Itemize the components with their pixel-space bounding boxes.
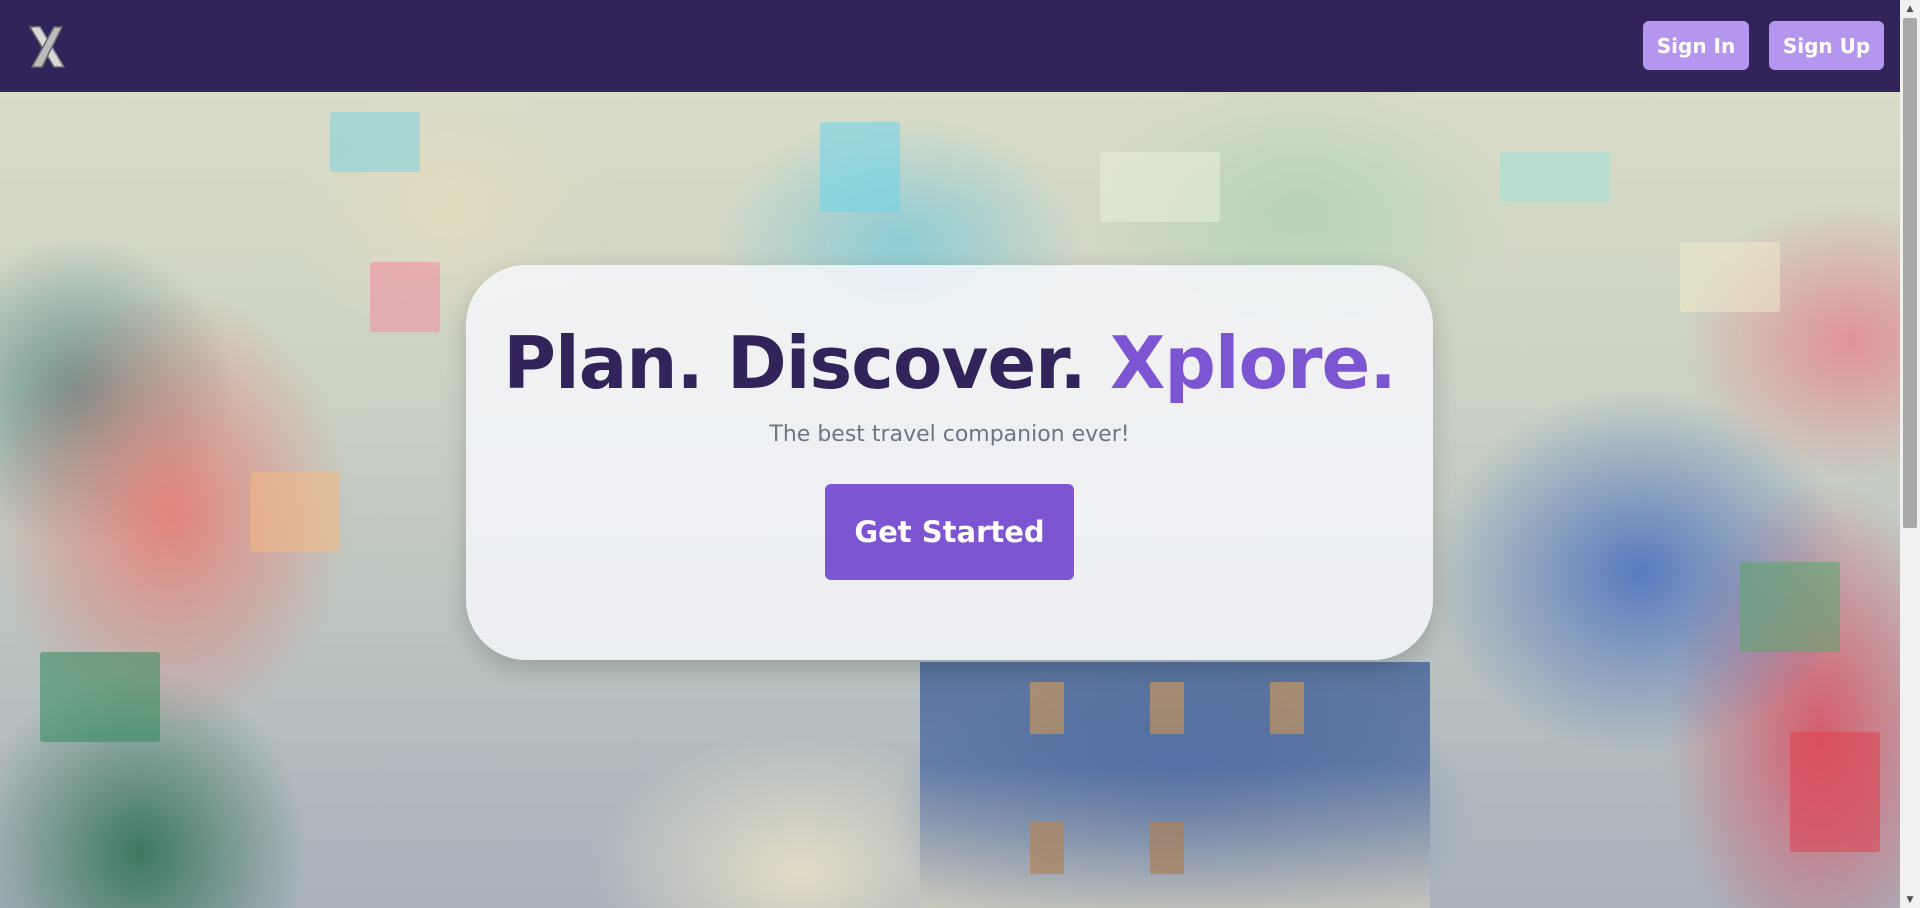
triangle-up-icon[interactable]: ▲ bbox=[1900, 0, 1920, 17]
sign-in-button[interactable]: Sign In bbox=[1643, 21, 1749, 70]
triangle-down-icon[interactable]: ▼ bbox=[1900, 891, 1920, 908]
x-logo-icon[interactable] bbox=[26, 23, 68, 71]
headline-accent: Xplore. bbox=[1109, 321, 1397, 405]
house-shape bbox=[920, 662, 1430, 908]
top-navbar: Sign In Sign Up bbox=[0, 0, 1900, 92]
vertical-scrollbar[interactable]: ▲ ▼ bbox=[1900, 0, 1920, 908]
hero-card: Plan. Discover. Xplore. The best travel … bbox=[466, 265, 1433, 660]
headline-main: Plan. Discover. bbox=[503, 321, 1087, 405]
sign-up-button[interactable]: Sign Up bbox=[1769, 21, 1884, 70]
scrollbar-thumb[interactable] bbox=[1903, 18, 1917, 528]
landing-page: Sign In Sign Up Plan. Discover. Xplore. … bbox=[0, 0, 1920, 908]
hero-headline: Plan. Discover. Xplore. bbox=[466, 327, 1433, 399]
get-started-button[interactable]: Get Started bbox=[825, 484, 1074, 580]
hero-subtitle: The best travel companion ever! bbox=[769, 422, 1130, 447]
